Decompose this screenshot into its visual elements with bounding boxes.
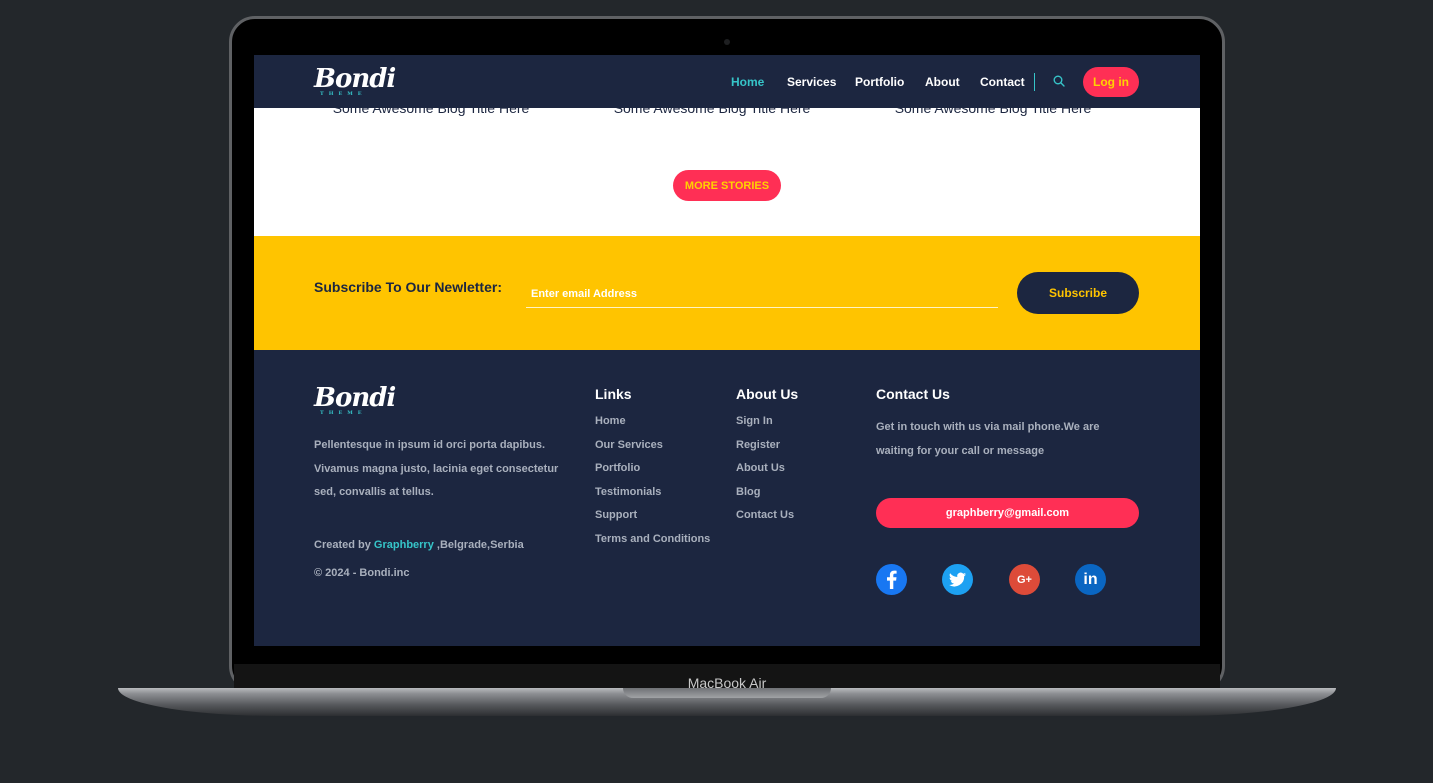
- footer-link-contact-us[interactable]: Contact Us: [736, 504, 794, 528]
- footer-link-home[interactable]: Home: [595, 410, 710, 434]
- about-title: About Us: [736, 386, 799, 402]
- top-navbar: Bondi THEME Home Services Portfolio Abou…: [254, 55, 1200, 108]
- logo-name: Bondi: [314, 383, 396, 413]
- newsletter-label: Subscribe To Our Newletter:: [314, 279, 502, 295]
- footer-link-blog[interactable]: Blog: [736, 481, 794, 505]
- subscribe-button[interactable]: Subscribe: [1017, 272, 1139, 314]
- footer-link-support[interactable]: Support: [595, 504, 710, 528]
- camera-dot: [724, 39, 730, 45]
- newsletter-section: Subscribe To Our Newletter: Subscribe: [254, 236, 1200, 350]
- nav-home[interactable]: Home: [731, 75, 764, 89]
- footer-logo[interactable]: Bondi THEME: [314, 383, 396, 416]
- more-stories-button[interactable]: MORE STORIES: [673, 170, 781, 201]
- contact-text: Get in touch with us via mail phone.We a…: [876, 421, 1100, 457]
- facebook-icon[interactable]: [876, 564, 907, 595]
- footer-link-terms[interactable]: Terms and Conditions: [595, 528, 710, 552]
- credit-prefix: Created by: [314, 539, 374, 551]
- links-list: Home Our Services Portfolio Testimonials…: [595, 410, 710, 551]
- copyright: © 2024 - Bondi.inc: [314, 567, 410, 579]
- twitter-icon[interactable]: [942, 564, 973, 595]
- footer-link-portfolio[interactable]: Portfolio: [595, 457, 710, 481]
- screen: Some Awesome Blog Title Here Some Awesom…: [254, 55, 1200, 646]
- nav-services[interactable]: Services: [787, 75, 836, 89]
- links-title: Links: [595, 386, 632, 402]
- nav-divider: [1034, 73, 1035, 91]
- credit-brand-link[interactable]: Graphberry: [374, 539, 434, 551]
- footer-credit: Created by Graphberry ,Belgrade,Serbia: [314, 539, 524, 551]
- nav-contact[interactable]: Contact: [980, 75, 1025, 89]
- google-plus-glyph: G+: [1017, 573, 1032, 586]
- linkedin-glyph: in: [1083, 570, 1098, 588]
- twitter-glyph: [949, 572, 966, 587]
- nav-portfolio[interactable]: Portfolio: [855, 75, 904, 89]
- google-plus-icon[interactable]: G+: [1009, 564, 1040, 595]
- search-icon[interactable]: [1053, 75, 1065, 87]
- facebook-glyph: [887, 570, 897, 589]
- footer-link-sign-in[interactable]: Sign In: [736, 410, 794, 434]
- credit-suffix: ,Belgrade,Serbia: [433, 539, 524, 551]
- footer-description: Pellentesque in ipsum id orci porta dapi…: [314, 439, 559, 498]
- about-list: Sign In Register About Us Blog Contact U…: [736, 410, 794, 528]
- footer: Bondi THEME Pellentesque in ipsum id orc…: [254, 350, 1200, 646]
- contact-title: Contact Us: [876, 386, 950, 402]
- footer-link-about-us[interactable]: About Us: [736, 457, 794, 481]
- email-input[interactable]: [526, 281, 998, 308]
- nav-logo[interactable]: Bondi THEME: [314, 64, 396, 97]
- nav-about[interactable]: About: [925, 75, 960, 89]
- linkedin-icon[interactable]: in: [1075, 564, 1106, 595]
- footer-link-testimonials[interactable]: Testimonials: [595, 481, 710, 505]
- email-button[interactable]: graphberry@gmail.com: [876, 498, 1139, 528]
- login-button[interactable]: Log in: [1083, 67, 1139, 97]
- logo-name: Bondi: [314, 64, 396, 94]
- laptop-base-notch: [623, 688, 831, 698]
- footer-link-our-services[interactable]: Our Services: [595, 434, 710, 458]
- footer-link-register[interactable]: Register: [736, 434, 794, 458]
